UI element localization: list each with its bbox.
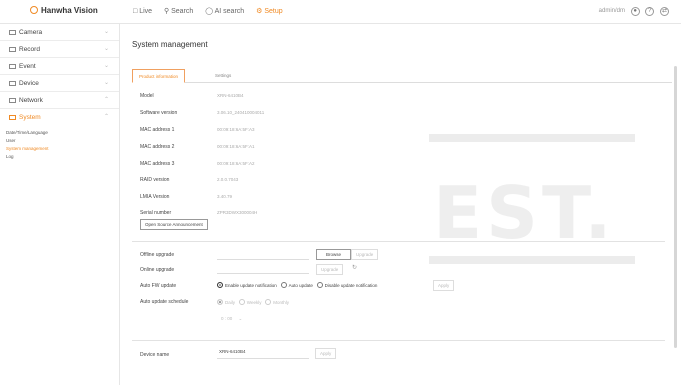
software-version-label: Software version — [140, 110, 178, 116]
sidebar: Camera ⌄ Record ⌄ Event ⌄ Device ⌄ Network ⌃ … — [0, 24, 120, 385]
sidebar-item-network[interactable]: Network ⌃ — [0, 92, 119, 109]
camera-icon — [9, 30, 16, 35]
radio-enable-notification[interactable]: Enable update notification — [217, 282, 277, 288]
event-icon — [9, 64, 16, 69]
divider — [132, 340, 665, 341]
tab-bar: Product information Settings — [132, 69, 672, 83]
nav-live[interactable]: □ Live — [133, 8, 152, 15]
system-icon — [9, 115, 16, 120]
open-source-button[interactable]: Open Source Announcement — [140, 219, 208, 230]
lmia-version-value: 3.40.79 — [217, 194, 233, 199]
offline-upgrade-button[interactable]: Upgrade — [351, 249, 379, 260]
main-content: System management EST. Product informati… — [121, 24, 681, 385]
submenu-date-time-language[interactable]: Date/Time/Language — [6, 129, 119, 137]
watermark-bar-bottom — [429, 256, 635, 264]
browse-button[interactable]: Browse — [316, 249, 352, 260]
sidebar-item-system[interactable]: System ⌃ — [0, 109, 119, 126]
radio-on-icon — [217, 299, 223, 305]
radio-monthly[interactable]: Monthly — [265, 299, 289, 305]
radio-daily[interactable]: Daily — [217, 299, 235, 305]
radio-off-icon — [280, 282, 287, 288]
watermark-text: EST. — [433, 171, 616, 255]
sidebar-item-event[interactable]: Event ⌄ — [0, 58, 119, 75]
record-icon — [9, 47, 16, 52]
device-name-label: Device name — [140, 352, 170, 358]
device-name-apply-button[interactable]: Apply — [315, 348, 337, 359]
nav-search[interactable]: ⚲ Search — [164, 8, 193, 15]
online-upgrade-label: Online upgrade — [140, 267, 175, 273]
model-label: Model — [140, 93, 154, 99]
serial-number-value: ZPR3DWX300004H — [217, 210, 258, 215]
scrollbar[interactable] — [674, 66, 677, 348]
auto-fw-update-label: Auto FW update — [140, 283, 177, 289]
page-title: System management — [132, 40, 208, 49]
hanwha-logo[interactable]: Hanwha Vision — [30, 6, 98, 15]
raid-version-label: RAID version — [140, 177, 170, 183]
mac-address-2-label: MAC address 2 — [140, 144, 175, 150]
submenu-system-management[interactable]: System management — [6, 145, 119, 153]
radio-off-icon — [265, 299, 272, 305]
software-version-value: 3.06.10_240410004011 — [217, 110, 265, 115]
user-label: admin/dm — [598, 8, 625, 14]
schedule-time-select[interactable]: 0 : 00 ⌄ — [221, 316, 242, 322]
radio-disable-notification[interactable]: Disable update notification — [316, 282, 377, 288]
mac-address-3-value: 00:09:18:6A:5F:A2 — [217, 161, 255, 166]
auto-update-schedule-label: Auto update schedule — [140, 299, 189, 305]
refresh-icon[interactable]: ↻ — [352, 264, 357, 271]
system-submenu: Date/Time/Language User System managemen… — [0, 126, 119, 161]
submenu-log[interactable]: Log — [6, 153, 119, 161]
sidebar-item-record[interactable]: Record ⌄ — [0, 41, 119, 58]
lmia-version-label: LMIA Version — [140, 194, 170, 200]
watermark-bar-top — [429, 134, 635, 142]
radio-auto-update[interactable]: Auto update — [280, 282, 313, 288]
radio-off-icon — [316, 282, 323, 288]
chevron-down-icon: ⌄ — [103, 80, 109, 86]
divider — [132, 241, 665, 242]
top-bar: Hanwha Vision □ Live ⚲ Search ◯ AI searc… — [0, 0, 681, 24]
chevron-up-icon: ⌃ — [103, 114, 109, 120]
user-icon[interactable]: ● — [630, 7, 640, 16]
export-icon[interactable]: ⇄ — [660, 7, 669, 16]
offline-upgrade-label: Offline upgrade — [140, 252, 175, 258]
model-value: XRN-6410B4 — [217, 93, 244, 98]
tab-product-information[interactable]: Product information — [132, 69, 186, 83]
radio-off-icon — [238, 299, 245, 305]
mac-address-2-value: 00:09:18:6A:5F:A1 — [217, 144, 255, 149]
chevron-down-icon: ⌄ — [103, 29, 109, 35]
offline-upgrade-file-field[interactable] — [217, 250, 309, 260]
nav-ai-search[interactable]: ◯ AI search — [205, 8, 244, 15]
radio-on-icon — [217, 282, 223, 288]
logo-ring-icon — [30, 6, 38, 14]
sidebar-item-device[interactable]: Device ⌄ — [0, 75, 119, 92]
device-name-input[interactable]: XRN-6410B4 — [217, 349, 309, 359]
top-right-tools: admin/dm ● ? ⇄ — [599, 7, 669, 16]
chevron-down-icon: ⌄ — [103, 46, 109, 52]
radio-weekly[interactable]: Weekly — [238, 299, 261, 305]
tab-settings[interactable]: Settings — [209, 69, 237, 83]
mac-address-1-label: MAC address 1 — [140, 127, 175, 133]
nav-setup[interactable]: ⚙ Setup — [256, 8, 283, 15]
chevron-down-icon: ⌄ — [103, 63, 109, 69]
device-icon — [9, 81, 16, 86]
serial-number-label: Serial number — [140, 210, 172, 216]
mac-address-1-value: 00:09:18:6A:5F:A3 — [217, 127, 255, 132]
chevron-up-icon: ⌃ — [103, 97, 109, 103]
main-nav: □ Live ⚲ Search ◯ AI search ⚙ Setup — [133, 7, 293, 15]
submenu-user[interactable]: User — [6, 137, 119, 145]
mac-address-3-label: MAC address 3 — [140, 161, 175, 167]
online-upgrade-button[interactable]: Upgrade — [316, 264, 344, 275]
sidebar-item-camera[interactable]: Camera ⌄ — [0, 24, 119, 41]
raid-version-value: 2.0.0.7043 — [217, 177, 239, 182]
auto-fw-apply-button[interactable]: Apply — [433, 280, 455, 291]
network-icon — [9, 98, 16, 103]
online-upgrade-field — [217, 264, 309, 274]
schedule-options: Daily Weekly Monthly — [217, 299, 289, 305]
help-icon[interactable]: ? — [645, 7, 655, 16]
auto-fw-options: Enable update notification Auto update D… — [217, 282, 377, 288]
